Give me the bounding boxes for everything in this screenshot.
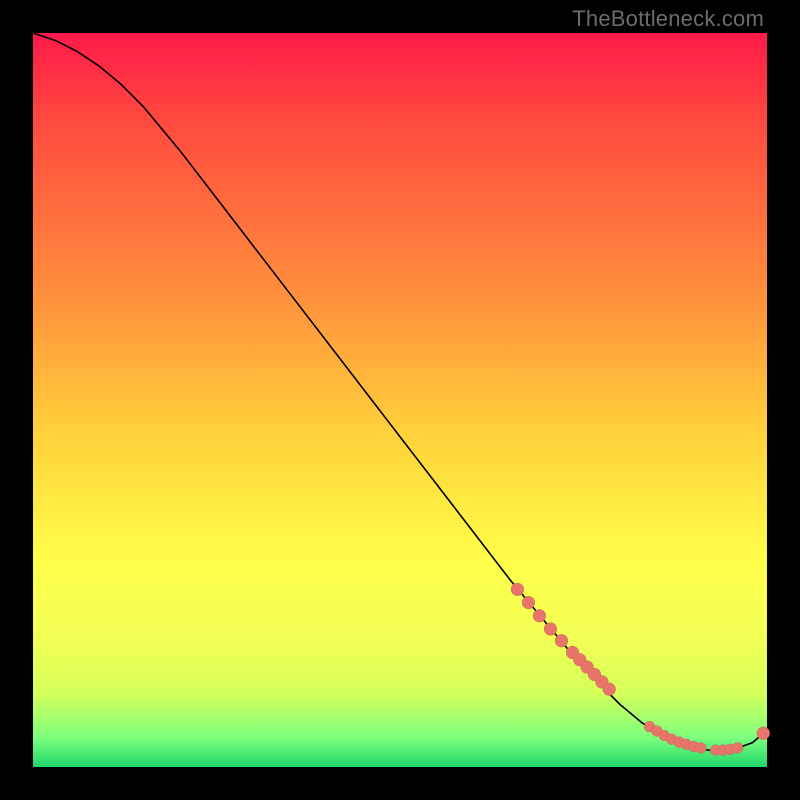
plot-area: [33, 33, 767, 767]
marker-dot: [695, 742, 706, 753]
marker-dot: [757, 727, 770, 740]
marker-dot: [603, 683, 616, 696]
chart-frame: TheBottleneck.com: [0, 0, 800, 800]
marker-dot: [533, 609, 546, 622]
marker-dot: [732, 742, 743, 753]
curve-layer: [33, 33, 767, 767]
marker-dot: [555, 634, 568, 647]
marker-dot: [511, 583, 524, 596]
marker-group: [511, 583, 770, 756]
marker-dot: [544, 623, 557, 636]
marker-dot: [522, 596, 535, 609]
bottleneck-curve: [33, 33, 767, 750]
watermark-text: TheBottleneck.com: [572, 6, 764, 32]
